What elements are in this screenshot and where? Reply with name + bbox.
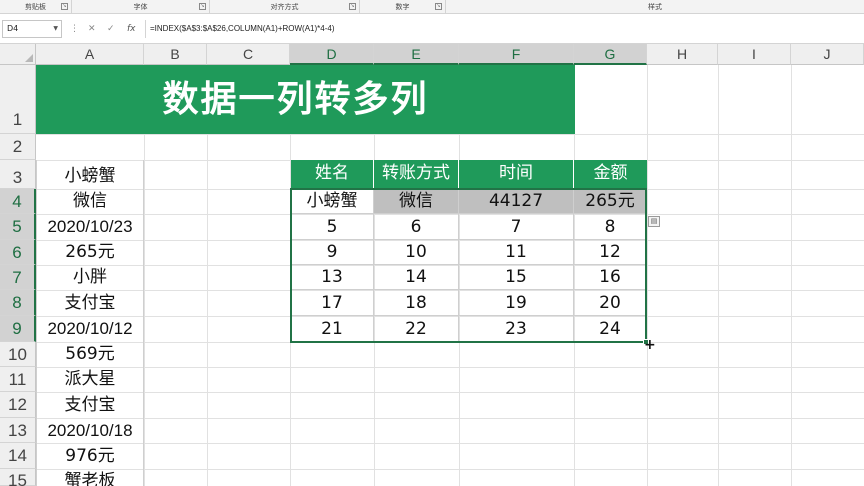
row-header-15[interactable]: 15 <box>0 469 36 486</box>
dialog-launcher-icon[interactable]: ↘ <box>199 3 206 10</box>
ribbon-group-clipboard[interactable]: 剪贴板 ↘ <box>0 0 72 14</box>
cell-a4[interactable]: 微信 <box>36 189 144 214</box>
gridline <box>36 418 864 419</box>
column-header-a[interactable]: A <box>36 44 144 65</box>
table-header-amount[interactable]: 金额 <box>574 160 647 189</box>
name-box[interactable]: D4 ▼ <box>2 20 62 38</box>
row-header-11[interactable]: 11 <box>0 367 36 392</box>
cell-a11[interactable]: 派大星 <box>36 367 144 392</box>
ribbon-group-label: 数字 <box>395 3 410 11</box>
row-header-5[interactable]: 5 <box>0 214 36 240</box>
cell-a13[interactable]: 2020/10/18 <box>36 418 144 443</box>
gridline <box>36 134 864 135</box>
insert-function-icon[interactable]: fx <box>127 21 136 37</box>
cell-a8[interactable]: 支付宝 <box>36 290 144 316</box>
cancel-icon[interactable]: ✕ <box>88 21 96 37</box>
ribbon-group-bar: 剪贴板 ↘ 字体 ↘ 对齐方式 ↘ 数字 ↘ 样式 <box>0 0 864 14</box>
cell-a15[interactable]: 蟹老板 <box>36 469 144 486</box>
name-box-value: D4 <box>7 24 19 33</box>
row-header-14[interactable]: 14 <box>0 443 36 469</box>
column-header-e[interactable]: E <box>374 44 459 65</box>
select-all-triangle-icon <box>25 54 33 62</box>
cell-a5[interactable]: 2020/10/23 <box>36 214 144 240</box>
cell-a7[interactable]: 小胖 <box>36 265 144 290</box>
table-header-name[interactable]: 姓名 <box>291 160 374 189</box>
ribbon-group-label: 对齐方式 <box>270 3 299 11</box>
paste-options-icon[interactable]: ▤ <box>648 216 660 227</box>
gridline <box>647 65 648 486</box>
column-header-i[interactable]: I <box>718 44 791 65</box>
column-header-g[interactable]: G <box>574 44 647 65</box>
gridline <box>36 443 864 444</box>
row-header-2[interactable]: 2 <box>0 134 36 160</box>
gridline <box>36 469 864 470</box>
ribbon-group-font[interactable]: 字体 ↘ <box>72 0 210 14</box>
gridline <box>36 392 864 393</box>
ribbon-group-alignment[interactable]: 对齐方式 ↘ <box>210 0 360 14</box>
gridline <box>791 65 792 486</box>
row-header-10[interactable]: 10 <box>0 342 36 367</box>
formula-bar: D4 ▼ ⋮ ✕ ✓ fx =INDEX($A$3:$A$26,COLUMN(A… <box>0 14 864 44</box>
cell-a3[interactable]: 小螃蟹 <box>36 160 144 189</box>
chevron-down-icon[interactable]: ▼ <box>53 21 58 37</box>
ribbon-group-label: 样式 <box>648 3 662 11</box>
table-header-time[interactable]: 时间 <box>459 160 574 189</box>
more-options-icon[interactable]: ⋮ <box>70 21 79 37</box>
cell-a12[interactable]: 支付宝 <box>36 392 144 418</box>
column-header-f[interactable]: F <box>459 44 574 65</box>
cell-a6[interactable]: 265元 <box>36 240 144 265</box>
gridline <box>36 367 864 368</box>
cell-a9[interactable]: 2020/10/12 <box>36 316 144 342</box>
column-header-c[interactable]: C <box>207 44 290 65</box>
column-header-b[interactable]: B <box>144 44 207 65</box>
row-header-12[interactable]: 12 <box>0 392 36 418</box>
row-header-9[interactable]: 9 <box>0 316 36 342</box>
crosshair-cursor-icon: + <box>644 337 656 353</box>
formula-input[interactable]: =INDEX($A$3:$A$26,COLUMN(A1)+ROW(A1)*4-4… <box>150 21 335 37</box>
page-title[interactable]: 数据一列转多列 <box>36 65 575 134</box>
row-header-1[interactable]: 1 <box>0 65 36 134</box>
dialog-launcher-icon[interactable]: ↘ <box>435 3 442 10</box>
row-header-8[interactable]: 8 <box>0 290 36 316</box>
table-header-transfer-method[interactable]: 转账方式 <box>374 160 459 189</box>
row-header-3[interactable]: 3 <box>0 160 36 189</box>
column-header-d[interactable]: D <box>290 44 374 65</box>
cell-a14[interactable]: 976元 <box>36 443 144 469</box>
row-header-4[interactable]: 4 <box>0 189 36 214</box>
dialog-launcher-icon[interactable]: ↘ <box>349 3 356 10</box>
dialog-launcher-icon[interactable]: ↘ <box>61 3 68 10</box>
column-header-h[interactable]: H <box>647 44 718 65</box>
row-header-6[interactable]: 6 <box>0 240 36 265</box>
ribbon-group-styles[interactable]: 样式 <box>446 0 864 14</box>
cell-a10[interactable]: 569元 <box>36 342 144 367</box>
column-header-j[interactable]: J <box>791 44 864 65</box>
enter-icon[interactable]: ✓ <box>107 21 115 37</box>
ribbon-group-label: 字体 <box>133 3 148 11</box>
row-header-7[interactable]: 7 <box>0 265 36 290</box>
formula-separator <box>145 20 146 38</box>
ribbon-group-number[interactable]: 数字 ↘ <box>360 0 446 14</box>
row-header-13[interactable]: 13 <box>0 418 36 443</box>
select-all-button[interactable] <box>0 44 36 65</box>
gridline <box>718 65 719 486</box>
selection-range-outline <box>290 188 647 343</box>
